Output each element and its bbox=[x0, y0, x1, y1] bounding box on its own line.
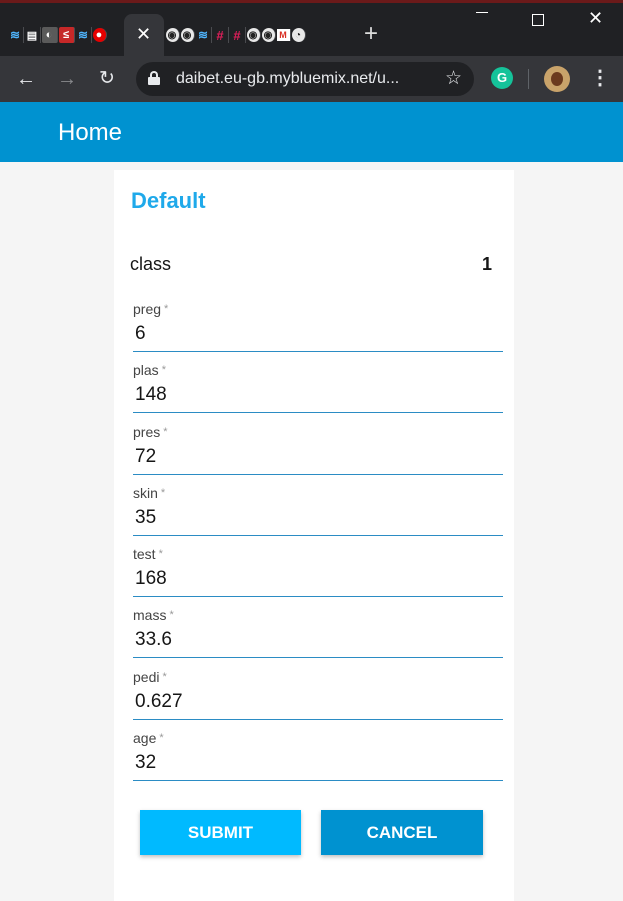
tab-watson-icon-3[interactable]: ≋ bbox=[196, 27, 212, 43]
tab-gmail-icon[interactable]: M bbox=[277, 29, 291, 41]
back-arrow-icon[interactable]: ← bbox=[12, 65, 40, 93]
tab-vodafone-icon[interactable]: ● bbox=[93, 28, 107, 42]
lock-icon[interactable] bbox=[148, 71, 160, 85]
page-title: Home bbox=[58, 119, 123, 146]
tab-github-icon-4[interactable]: ◉ bbox=[262, 28, 276, 42]
test-input[interactable]: 168 bbox=[135, 568, 167, 590]
tab-watson-icon[interactable]: ≋ bbox=[8, 27, 24, 43]
required-marker: * bbox=[169, 609, 174, 621]
form-card: Default class 1 preg * 6 plas * 148 pres * … bbox=[114, 170, 514, 901]
new-tab-button[interactable]: + bbox=[364, 22, 378, 46]
forward-arrow-icon[interactable]: → bbox=[53, 65, 81, 93]
field-mass: mass * 33.6 bbox=[133, 607, 503, 659]
close-window-icon[interactable]: ✕ bbox=[588, 9, 603, 27]
bookmark-star-icon[interactable]: ☆ bbox=[445, 67, 462, 90]
field-label: plas * bbox=[133, 362, 166, 378]
required-marker: * bbox=[158, 548, 163, 560]
field-label: age * bbox=[133, 730, 164, 746]
required-marker: * bbox=[161, 364, 166, 376]
field-label: mass * bbox=[133, 607, 174, 623]
field-skin: skin * 35 bbox=[133, 485, 503, 537]
input-underline bbox=[133, 780, 503, 781]
browser-menu-icon[interactable]: ⋮ bbox=[590, 66, 610, 90]
input-underline bbox=[133, 535, 503, 536]
maximize-icon[interactable] bbox=[532, 14, 544, 26]
required-marker: * bbox=[163, 426, 168, 438]
field-label: skin * bbox=[133, 485, 166, 501]
address-bar[interactable]: daibet.eu-gb.mybluemix.net/u... ☆ bbox=[136, 62, 474, 96]
required-marker: * bbox=[160, 487, 166, 499]
tab-document-icon[interactable]: ▤ bbox=[25, 27, 41, 43]
required-marker: * bbox=[162, 671, 167, 683]
tab-github-icon[interactable]: ◉ bbox=[166, 28, 180, 42]
preg-input[interactable]: 6 bbox=[135, 323, 146, 345]
required-marker: * bbox=[164, 303, 169, 315]
app-header: Home bbox=[0, 102, 623, 162]
form-title: Default bbox=[131, 188, 206, 213]
minimize-icon[interactable] bbox=[476, 12, 488, 13]
cancel-button[interactable]: CANCEL bbox=[321, 810, 483, 855]
close-tab-icon[interactable]: ✕ bbox=[136, 23, 151, 45]
field-plas: plas * 148 bbox=[133, 362, 503, 414]
reload-icon[interactable]: ↻ bbox=[93, 65, 121, 93]
tab-dark-icon[interactable]: ◐ bbox=[42, 27, 58, 43]
field-label: pedi * bbox=[133, 669, 167, 685]
input-underline bbox=[133, 351, 503, 352]
field-pedi: pedi * 0.627 bbox=[133, 669, 503, 721]
grammarly-extension-icon[interactable]: G bbox=[491, 67, 513, 89]
field-pres: pres * 72 bbox=[133, 424, 503, 476]
input-underline bbox=[133, 596, 503, 597]
field-label: pres * bbox=[133, 424, 168, 440]
pedi-input[interactable]: 0.627 bbox=[135, 691, 183, 713]
plas-input[interactable]: 148 bbox=[135, 384, 167, 406]
field-label: test * bbox=[133, 546, 163, 562]
input-underline bbox=[133, 412, 503, 413]
skin-input[interactable]: 35 bbox=[135, 507, 156, 529]
tab-watson-icon-2[interactable]: ≋ bbox=[76, 27, 92, 43]
url-text[interactable]: daibet.eu-gb.mybluemix.net/u... bbox=[176, 70, 434, 88]
input-underline bbox=[133, 657, 503, 658]
pres-input[interactable]: 72 bbox=[135, 446, 156, 468]
active-tab[interactable]: ✕ bbox=[124, 14, 164, 56]
tab-slack-icon[interactable]: # bbox=[213, 27, 229, 43]
browser-toolbar: ← → ↻ daibet.eu-gb.mybluemix.net/u... ☆ bbox=[0, 56, 623, 102]
tab-slack-icon-2[interactable]: # bbox=[230, 27, 246, 43]
toolbar-divider bbox=[528, 69, 529, 89]
required-marker: * bbox=[159, 732, 164, 744]
class-label: class bbox=[130, 254, 172, 274]
pinned-tabs-right: ◉ ◉ ≋ # # ◉ ◉ M ◔ bbox=[166, 22, 307, 48]
field-label: preg * bbox=[133, 301, 169, 317]
input-underline bbox=[133, 719, 503, 720]
mass-input[interactable]: 33.6 bbox=[135, 629, 172, 651]
pinned-tabs-left: ≋ ▤ ◐ ≤ ≋ ● bbox=[8, 22, 108, 48]
submit-button[interactable]: SUBMIT bbox=[140, 810, 301, 855]
input-underline bbox=[133, 474, 503, 475]
field-preg: preg * 6 bbox=[133, 301, 503, 353]
window-top-border bbox=[0, 0, 623, 3]
tab-profile-icon[interactable]: ◔ bbox=[292, 28, 306, 42]
class-value: 1 bbox=[482, 254, 493, 274]
browser-tab-strip: ≋ ▤ ◐ ≤ ≋ ● ✕ ◉ ◉ ≋ # # ◉ ◉ M ◔ + ✕ bbox=[0, 0, 623, 56]
field-test: test * 168 bbox=[133, 546, 503, 598]
tab-red-icon[interactable]: ≤ bbox=[59, 27, 75, 43]
age-input[interactable]: 32 bbox=[135, 752, 156, 774]
field-age: age * 32 bbox=[133, 730, 503, 782]
tab-github-icon-3[interactable]: ◉ bbox=[247, 28, 261, 42]
tab-github-icon-2[interactable]: ◉ bbox=[181, 28, 195, 42]
profile-avatar[interactable] bbox=[544, 66, 570, 92]
